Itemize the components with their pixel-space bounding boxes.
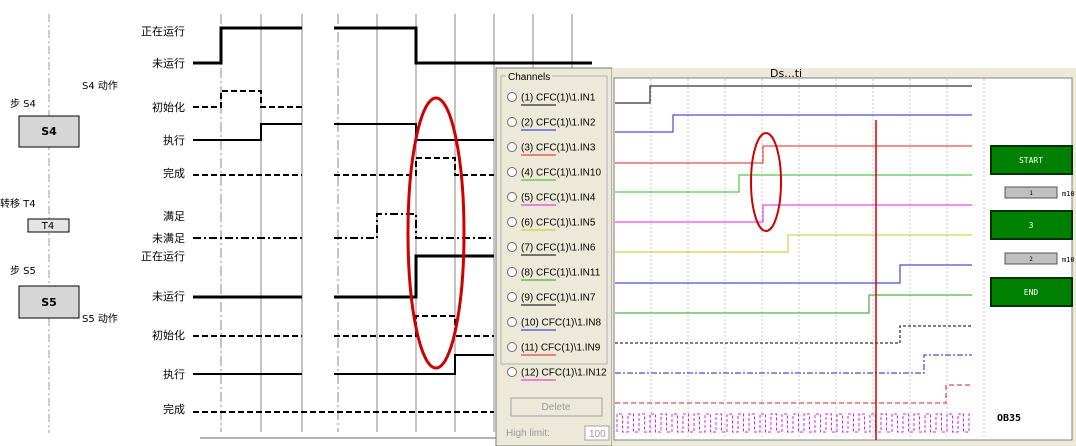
delete-button-label: Delete (542, 402, 571, 413)
graph-end-label: END (1024, 288, 1039, 297)
label-running-2: 正在运行 (141, 250, 185, 263)
channel-item[interactable]: (3) CFC(1)\1.IN3 (507, 142, 596, 156)
label-running-1: 正在运行 (141, 25, 185, 38)
figure: 步 S4 S4 S4 动作 转移 T4 T4 步 S5 S5 S5 动作 正在运… (0, 14, 1076, 446)
step-s4-box-label: S4 (41, 125, 57, 138)
channel-radio[interactable] (507, 167, 517, 177)
trace-s4-running-a (193, 26, 302, 65)
channel-label: (6) CFC(1)\1.IN5 (521, 218, 596, 229)
channel-radio[interactable] (507, 142, 517, 152)
label-not-satisfied: 未满足 (152, 232, 185, 245)
trace-s4-running-b (334, 26, 592, 65)
trace-s4-exec-b (334, 123, 494, 141)
timing-labels: 正在运行 未运行 初始化 执行 完成 满足 未满足 正在运行 未运行 初始化 执… (141, 25, 185, 416)
graph-trans-1-label: 1 (1029, 190, 1033, 197)
graph-step-3-label: 3 (1029, 221, 1034, 230)
signal-plot: Ds...ti START 1 m10 3 2 m10 END OB35 (612, 67, 1076, 446)
channel-label: (1) CFC(1)\1.IN1 (521, 93, 596, 104)
channel-label: (3) CFC(1)\1.IN3 (521, 143, 596, 154)
channel-label: (4) CFC(1)\1.IN10 (521, 168, 601, 179)
graph-ms-2: m10 (1062, 256, 1075, 264)
trans-t4-box-label: T4 (41, 221, 54, 232)
channel-radio[interactable] (507, 92, 517, 102)
channels-title: Channels (508, 72, 550, 83)
channel-label: (12) CFC(1)\1.IN12 (521, 368, 607, 379)
label-done-1: 完成 (163, 166, 185, 180)
channel-label: (11) CFC(1)\1.IN9 (521, 343, 601, 354)
label-satisfied: 满足 (163, 210, 185, 223)
trace-t4-b (334, 213, 494, 239)
channel-item[interactable]: (5) CFC(1)\1.IN4 (507, 192, 596, 206)
graph-ob-label: OB35 (997, 413, 1021, 424)
channel-radio[interactable] (507, 217, 517, 227)
graph-ms-1: m10 (1062, 190, 1075, 198)
label-exec-1: 执行 (163, 133, 185, 147)
channel-label: (7) CFC(1)\1.IN6 (521, 243, 596, 254)
channel-radio[interactable] (507, 367, 517, 377)
high-limit-label: High limit: (506, 428, 550, 439)
label-done-2: 完成 (163, 402, 185, 416)
channel-item[interactable]: (8) CFC(1)\1.IN11 (507, 267, 601, 281)
channel-label: (2) CFC(1)\1.IN2 (521, 118, 596, 129)
trace-s5-exec-b (334, 354, 494, 375)
channel-radio[interactable] (507, 242, 517, 252)
step-s5-label: 步 S5 (10, 265, 36, 277)
channel-item[interactable]: (2) CFC(1)\1.IN2 (507, 117, 596, 131)
timing-grid-dashdot (220, 14, 339, 432)
channel-label: (8) CFC(1)\1.IN11 (521, 268, 601, 279)
channel-radio[interactable] (507, 117, 517, 127)
graph-start-label: START (1019, 156, 1043, 165)
channel-item[interactable]: (7) CFC(1)\1.IN6 (507, 242, 596, 256)
label-not-running-1: 未运行 (152, 57, 185, 70)
channel-item[interactable]: (1) CFC(1)\1.IN1 (507, 92, 596, 106)
channel-item[interactable]: (4) CFC(1)\1.IN10 (507, 167, 602, 181)
step-s4-action: S4 动作 (82, 80, 118, 92)
plot-area (613, 77, 1073, 441)
step-s5-action: S5 动作 (82, 313, 118, 325)
label-exec-2: 执行 (163, 367, 185, 381)
trace-s4-done-b (334, 157, 494, 176)
step-s5-box-label: S5 (41, 296, 57, 309)
trace-s5-running-b (334, 254, 494, 299)
high-limit-value: 100 (589, 429, 606, 440)
label-init-2: 初始化 (152, 328, 185, 342)
label-not-running-2: 未运行 (152, 290, 185, 303)
channel-label: (10) CFC(1)\1.IN8 (521, 318, 601, 329)
channel-label: (9) CFC(1)\1.IN7 (521, 293, 596, 304)
channel-item[interactable]: (10) CFC(1)\1.IN8 (507, 317, 602, 331)
channel-radio[interactable] (507, 267, 517, 277)
channel-item[interactable]: (9) CFC(1)\1.IN7 (507, 292, 596, 306)
trace-s4-exec-a (193, 123, 302, 141)
channel-item[interactable]: (6) CFC(1)\1.IN5 (507, 217, 596, 231)
channel-item[interactable]: (11) CFC(1)\1.IN9 (507, 342, 601, 356)
channel-radio[interactable] (507, 342, 517, 352)
step-s4-label: 步 S4 (10, 98, 36, 110)
channel-radio[interactable] (507, 292, 517, 302)
channel-radio[interactable] (507, 192, 517, 202)
label-init-1: 初始化 (152, 100, 185, 114)
graph-trans-2-label: 2 (1029, 256, 1033, 263)
trans-t4-label: 转移 T4 (0, 197, 36, 210)
channel-item[interactable]: (12) CFC(1)\1.IN12 (507, 367, 608, 381)
channel-label: (5) CFC(1)\1.IN4 (521, 193, 596, 204)
channels-panel: Channels (1) CFC(1)\1.IN1 (2) CFC(1)\1.IN… (495, 67, 613, 446)
sfc-diagram: 步 S4 S4 S4 动作 转移 T4 T4 步 S5 S5 S5 动作 (0, 14, 118, 433)
channel-radio[interactable] (507, 317, 517, 327)
trace-s4-init (193, 90, 302, 108)
